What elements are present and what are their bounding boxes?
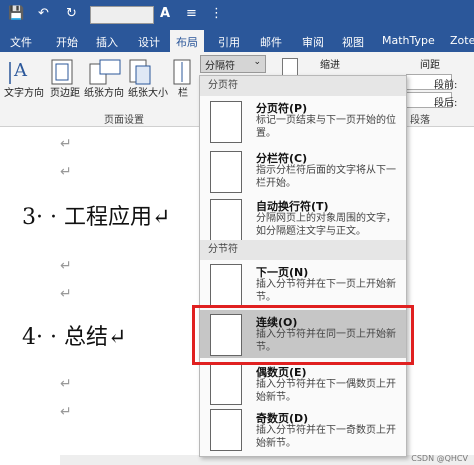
spacing-label: 间距 xyxy=(420,60,440,71)
tab-layout[interactable]: 布局 xyxy=(170,30,204,52)
breaks-menu: 分页符 分页符(P) 标记一页结束与下一页开始的位置。 分栏符(C) 指示分栏符… xyxy=(199,75,407,457)
text-direction-button[interactable]: 文字方向 xyxy=(4,84,44,99)
menu-item-desc: 插入分节符并在下一页上开始新节。 xyxy=(256,279,396,303)
breaks-button-label: 分隔符 xyxy=(205,61,235,72)
heading-summary: 4· · 总结↵ xyxy=(22,325,127,350)
ribbon-tabs: 文件 开始 插入 设计 布局 引用 邮件 审阅 视图 MathType Zote xyxy=(0,30,474,52)
odd-page-icon xyxy=(210,409,242,451)
tab-file[interactable]: 文件 xyxy=(10,34,32,50)
paragraph-mark: ↵ xyxy=(60,376,72,392)
indent-label: 缩进 xyxy=(320,60,340,71)
menu-item-even-page[interactable]: 偶数页(E) 插入分节符并在下一偶数页上开始新节。 xyxy=(200,360,406,406)
spacing-after-label: 段后: xyxy=(434,98,458,109)
columns-button[interactable]: 栏 xyxy=(178,84,188,99)
column-break-icon xyxy=(210,151,242,193)
tab-references[interactable]: 引用 xyxy=(218,34,240,50)
section-breaks-section-header: 分节符 xyxy=(200,240,406,260)
svg-text:A: A xyxy=(13,60,28,81)
size-button[interactable]: 纸张大小 xyxy=(128,84,168,99)
orientation-icon xyxy=(89,59,121,85)
tab-mailings[interactable]: 邮件 xyxy=(260,34,282,50)
undo-icon[interactable]: ↶ xyxy=(38,6,49,21)
menu-item-page-break[interactable]: 分页符(P) 标记一页结束与下一页开始的位置。 xyxy=(200,96,406,146)
tab-insert[interactable]: 插入 xyxy=(96,34,118,50)
tab-home[interactable]: 开始 xyxy=(56,34,78,50)
paragraph-group-label: 段落 xyxy=(410,115,430,126)
menu-item-desc: 插入分节符并在下一奇数页上开始新节。 xyxy=(256,425,396,449)
redo-icon[interactable]: ↻ xyxy=(66,6,77,21)
save-icon[interactable]: 💾 xyxy=(8,6,24,21)
watermark: CSDN @QHCV xyxy=(411,454,468,463)
tab-view[interactable]: 视图 xyxy=(342,34,364,50)
menu-item-text-wrapping[interactable]: 自动换行符(T) 分隔网页上的对象周围的文字，如分隔题注文字与正文。 xyxy=(200,196,406,241)
font-style-icon[interactable]: A xyxy=(160,6,170,21)
menu-item-desc: 分隔网页上的对象周围的文字，如分隔题注文字与正文。 xyxy=(256,213,396,237)
menu-item-next-page[interactable]: 下一页(N) 插入分节符并在下一页上开始新节。 xyxy=(200,260,406,308)
menu-item-odd-page[interactable]: 奇数页(D) 插入分节符并在下一奇数页上开始新节。 xyxy=(200,406,406,452)
size-icon xyxy=(129,59,151,85)
tab-zotero[interactable]: Zote xyxy=(450,34,474,47)
menu-item-desc: 插入分节符并在下一偶数页上开始新节。 xyxy=(256,379,396,403)
menu-item-column-break[interactable]: 分栏符(C) 指示分栏符后面的文字将从下一栏开始。 xyxy=(200,146,406,196)
chevron-down-icon: ⌄ xyxy=(253,57,261,67)
even-page-icon xyxy=(210,363,242,405)
align-icon[interactable]: ≡ xyxy=(186,6,197,21)
paragraph-mark: ↵ xyxy=(60,286,72,302)
breaks-button[interactable]: 分隔符 ⌄ xyxy=(200,55,266,73)
text-wrapping-icon xyxy=(210,199,242,241)
menu-item-desc: 指示分栏符后面的文字将从下一栏开始。 xyxy=(256,165,396,189)
ribbon-icons: A xyxy=(9,59,191,85)
margins-button[interactable]: 页边距 xyxy=(50,84,80,99)
paragraph-mark: ↵ xyxy=(60,164,72,180)
page-breaks-section-header: 分页符 xyxy=(200,76,406,96)
spacing-before-label: 段前: xyxy=(434,80,458,91)
columns-icon xyxy=(173,59,191,85)
paragraph-mark: ↵ xyxy=(60,136,72,152)
paragraph-mark: ↵ xyxy=(60,258,72,274)
heading-engineering: 3· · 工程应用↵ xyxy=(22,205,171,230)
orientation-button[interactable]: 纸张方向 xyxy=(84,84,124,99)
tab-mathtype[interactable]: MathType xyxy=(382,34,435,47)
title-bar: 💾 ↶ ↻ A ≡ ⋮ xyxy=(0,0,474,30)
page-break-icon xyxy=(210,101,242,143)
page-setup-group-label: 页面设置 xyxy=(104,115,144,126)
font-size-box[interactable] xyxy=(90,6,154,24)
menu-item-desc: 标记一页结束与下一页开始的位置。 xyxy=(256,115,396,139)
more-icon[interactable]: ⋮ xyxy=(210,6,223,21)
tab-review[interactable]: 审阅 xyxy=(302,34,324,50)
tab-design[interactable]: 设计 xyxy=(138,34,160,50)
paragraph-mark: ↵ xyxy=(60,404,72,420)
text-direction-icon: A xyxy=(9,60,28,84)
margins-icon xyxy=(51,59,73,85)
next-page-icon xyxy=(210,264,242,306)
highlight-box xyxy=(192,305,414,365)
